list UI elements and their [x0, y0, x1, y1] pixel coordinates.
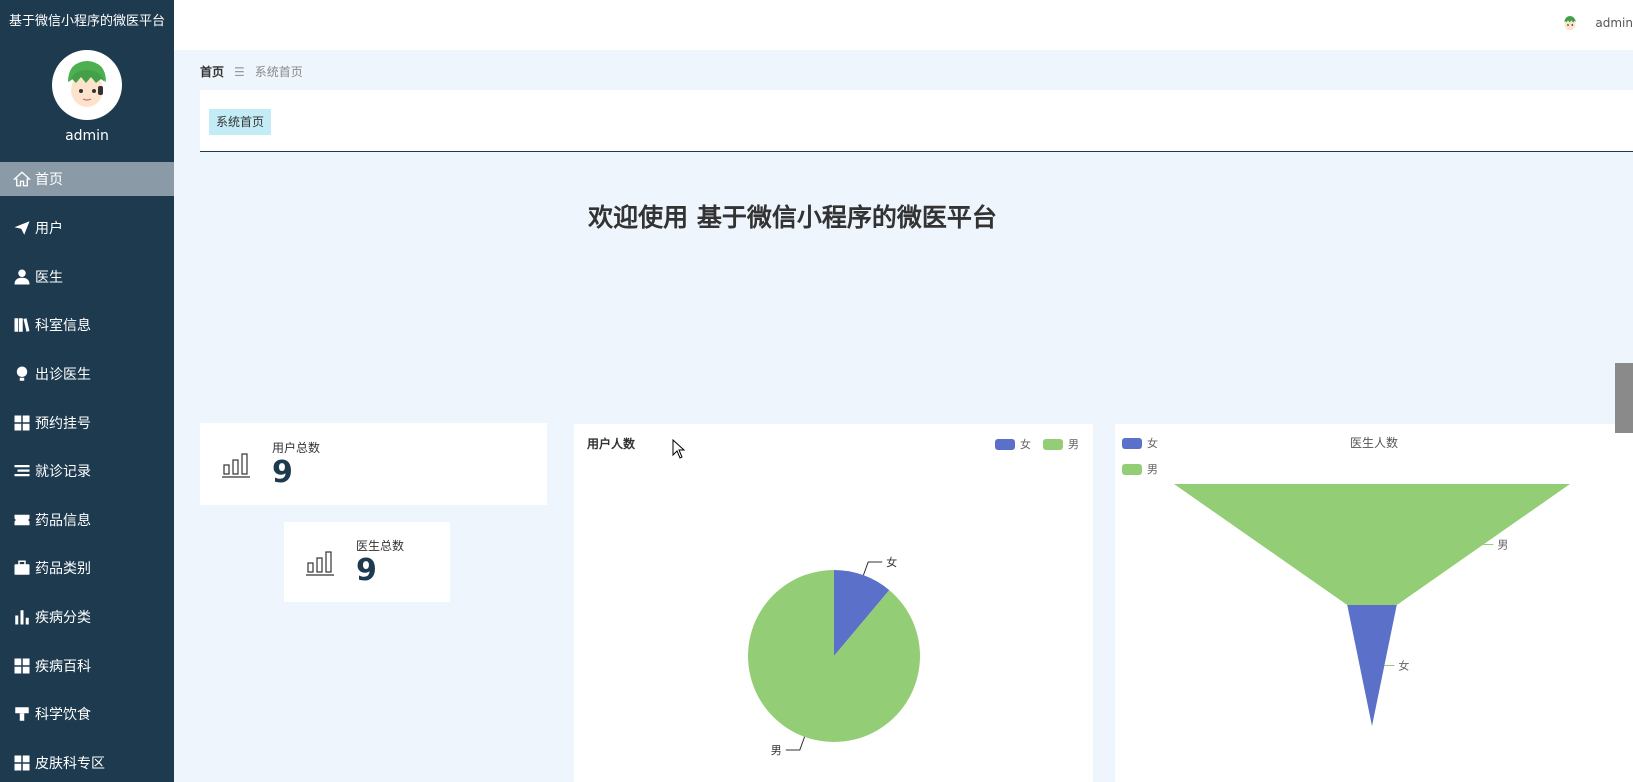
avatar[interactable]	[1559, 12, 1582, 34]
sidebar-item-users[interactable]: 用户	[0, 204, 174, 253]
paper-plane-icon	[13, 219, 31, 237]
breadcrumb-separator-icon: ☰	[234, 64, 245, 79]
stat-value: 9	[356, 552, 377, 588]
pie-slice-male[interactable]	[748, 570, 920, 742]
home-icon	[13, 170, 31, 188]
sidebar-item-disease-categories[interactable]: 疾病分类	[0, 593, 174, 642]
topbar-username: admin	[1595, 16, 1633, 30]
grid-icon	[13, 414, 31, 432]
welcome-heading: 欢迎使用 基于微信小程序的微医平台	[588, 203, 997, 232]
user-count-chart-panel: 用户人数 女 男 女男	[574, 424, 1093, 782]
tab-system-home[interactable]: 系统首页	[209, 109, 272, 135]
sidebar-item-label: 出诊医生	[35, 367, 91, 384]
breadcrumb: 首页 ☰ 系统首页	[200, 63, 303, 80]
app-title: 基于微信小程序的微医平台	[8, 14, 165, 29]
sidebar-menu: 首页 用户 医生 科室信息 出诊医生 预约挂号 就诊记录 药品信息 药品类别 疾…	[0, 162, 174, 782]
stat-card-users: 用户总数 9	[200, 423, 547, 505]
pie-chart: 女男	[748, 555, 920, 757]
doctor-count-chart-panel: 医生人数 女 男 男女	[1115, 424, 1633, 782]
sidebar-item-home[interactable]: 首页	[0, 162, 174, 196]
sidebar-item-label: 疾病百科	[35, 658, 91, 675]
sidebar-username: admin	[65, 128, 109, 144]
sidebar-item-label: 医生	[35, 269, 63, 286]
sidebar-item-label: 用户	[35, 221, 63, 238]
sidebar-item-medicines[interactable]: 药品信息	[0, 496, 174, 545]
avatar[interactable]	[52, 50, 122, 120]
tools-icon	[13, 705, 31, 723]
avatar-image	[54, 52, 120, 118]
breadcrumb-current: 系统首页	[254, 65, 303, 79]
tabs-bar: 系统首页	[200, 90, 1633, 152]
sidebar-item-diet[interactable]: 科学饮食	[0, 690, 174, 739]
pie-label: 男	[771, 744, 782, 757]
sidebar-item-label: 预约挂号	[35, 415, 91, 432]
sidebar-item-records[interactable]: 就诊记录	[0, 447, 174, 496]
sidebar: 基于微信小程序的微医平台 admin 首页 用户 医生 科室信息 出诊医生 预约…	[0, 0, 174, 782]
sidebar-item-label: 药品信息	[35, 512, 91, 529]
ticket-icon	[13, 511, 31, 529]
stat-card-doctors: 医生总数 9	[284, 522, 450, 602]
sidebar-item-disease-encyclopedia[interactable]: 疾病百科	[0, 641, 174, 690]
funnel-label: 女	[1398, 659, 1409, 673]
briefcase-icon	[13, 559, 31, 577]
sidebar-item-visiting-doctors[interactable]: 出诊医生	[0, 350, 174, 399]
sidebar-item-dermatology[interactable]: 皮肤科专区	[0, 739, 174, 782]
sidebar-item-medicine-categories[interactable]: 药品类别	[0, 544, 174, 593]
sidebar-item-appointments[interactable]: 预约挂号	[0, 398, 174, 447]
breadcrumb-home[interactable]: 首页	[200, 63, 224, 80]
stat-value: 9	[272, 454, 293, 490]
pie-label: 女	[886, 555, 897, 569]
book-icon	[13, 316, 31, 334]
sidebar-item-label: 皮肤科专区	[35, 755, 105, 772]
sidebar-item-doctors[interactable]: 医生	[0, 253, 174, 302]
top-bar: admin	[174, 0, 1633, 50]
stat-label: 医生总数	[356, 538, 405, 553]
bulb-icon	[13, 365, 31, 383]
mouse-cursor-icon	[672, 439, 686, 459]
bar-chart-icon	[306, 551, 334, 576]
sidebar-item-label: 科室信息	[35, 318, 91, 335]
person-icon	[13, 268, 31, 286]
sidebar-item-departments[interactable]: 科室信息	[0, 301, 174, 350]
bar-chart-icon	[13, 608, 31, 626]
funnel-stage-male[interactable]	[1174, 484, 1570, 605]
user-menu[interactable]: admin	[1559, 12, 1633, 34]
sidebar-item-label: 科学饮食	[35, 707, 91, 724]
bar-chart-icon	[222, 453, 250, 478]
funnel-label: 男	[1497, 539, 1508, 552]
sidebar-item-label: 首页	[35, 172, 63, 188]
stat-label: 用户总数	[272, 440, 321, 455]
funnel-chart: 男女	[1174, 484, 1570, 726]
sidebar-item-label: 疾病分类	[35, 610, 91, 627]
list-icon	[13, 462, 31, 480]
pie-label-line	[785, 736, 806, 751]
sidebar-item-label: 就诊记录	[35, 464, 91, 481]
pie-label-line	[862, 561, 883, 576]
grid-icon	[13, 657, 31, 675]
scrollbar-thumb[interactable]	[1615, 363, 1633, 433]
sidebar-item-label: 药品类别	[35, 561, 91, 578]
grid-icon	[13, 754, 31, 772]
